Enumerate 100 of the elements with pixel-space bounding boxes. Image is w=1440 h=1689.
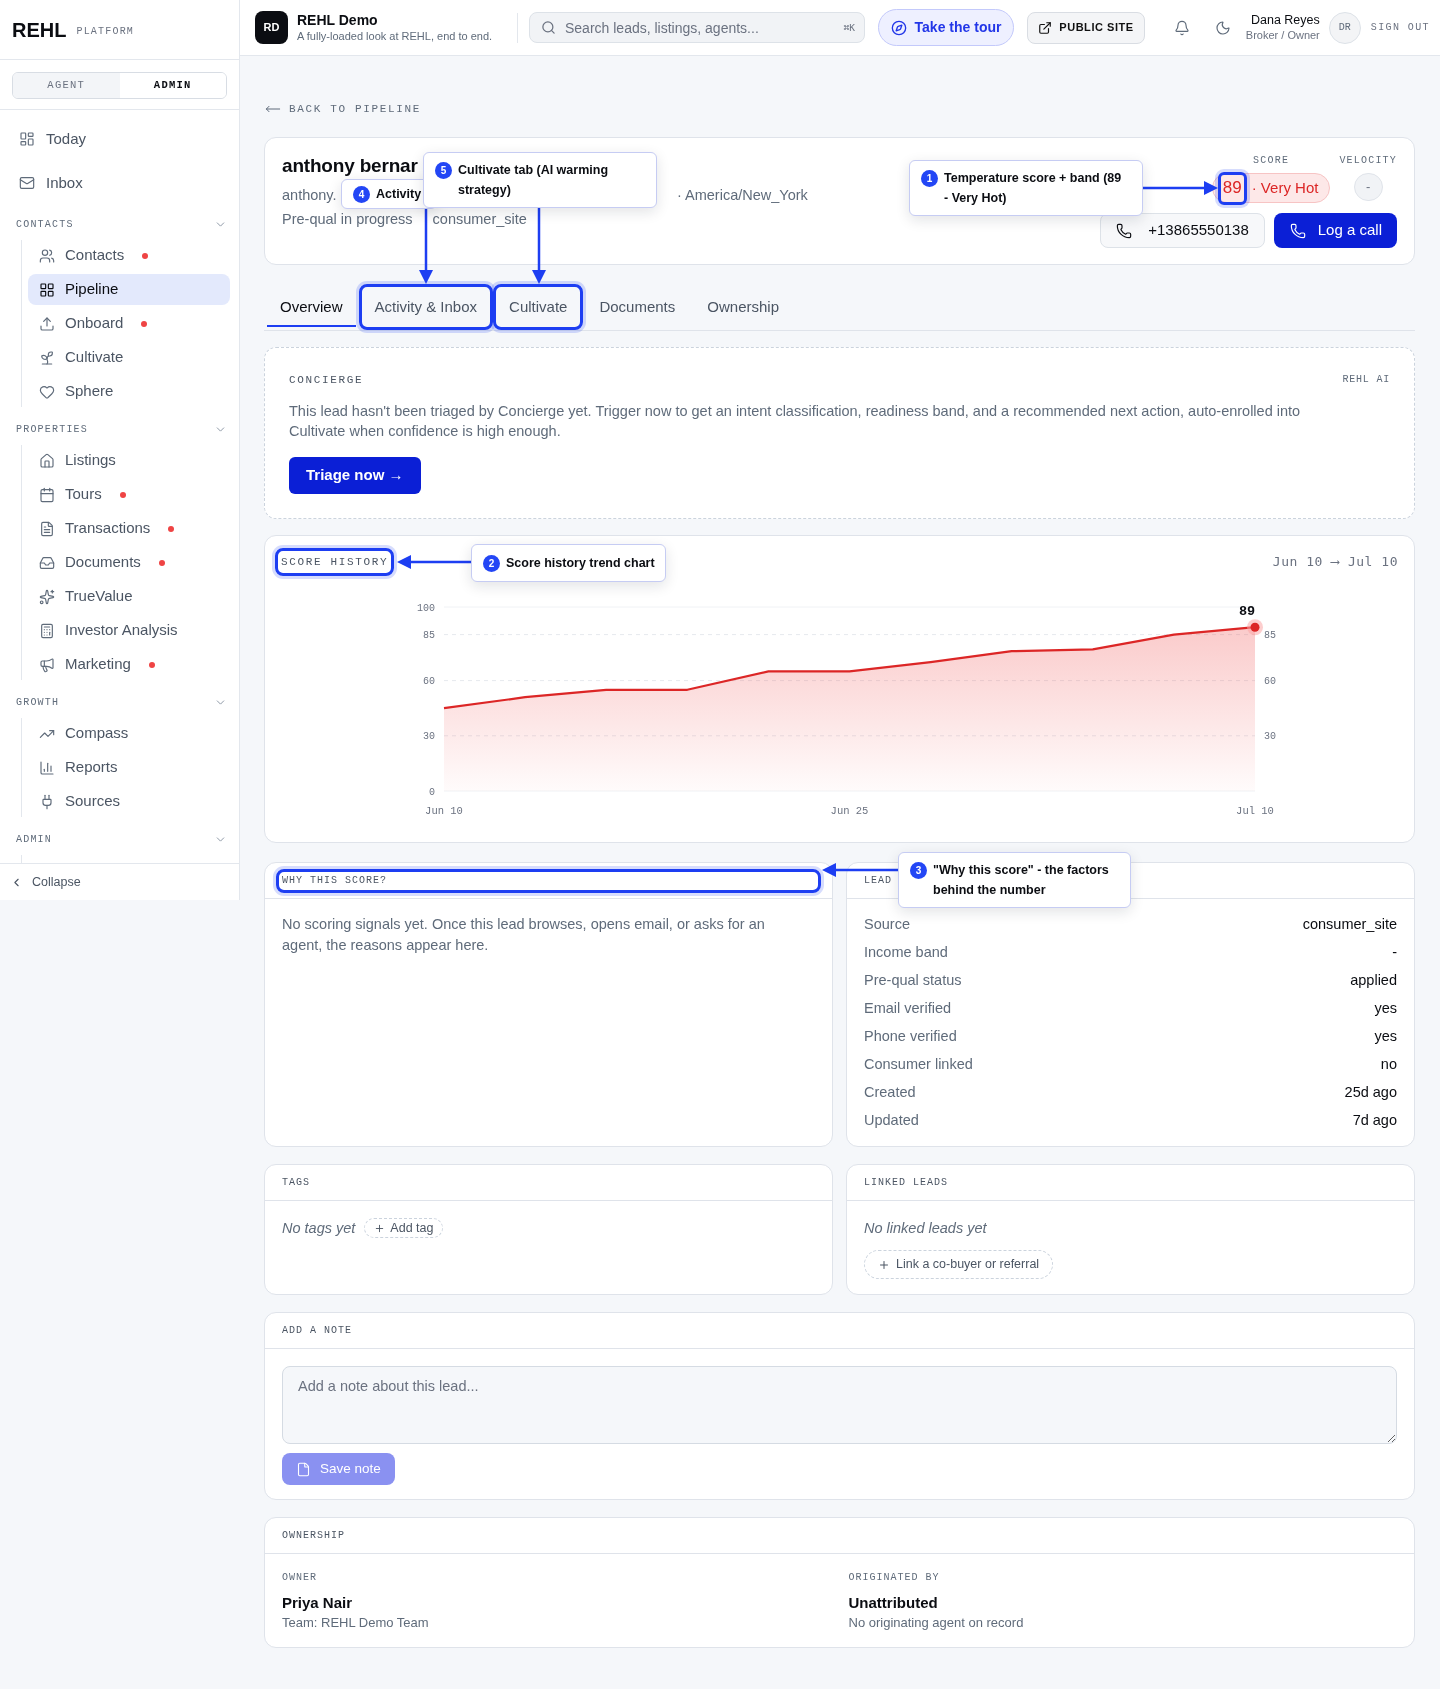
tab[interactable]: Overview <box>264 284 359 330</box>
phone-button[interactable]: +13865550138 <box>1100 213 1265 248</box>
brand-name: REHL <box>12 17 67 42</box>
user-name: Dana Reyes <box>1251 13 1320 28</box>
person-name: Priya Nair <box>282 1593 353 1613</box>
search-icon <box>541 20 556 35</box>
back-link[interactable]: BACK TO PIPELINE <box>264 101 422 117</box>
moon-icon[interactable] <box>1215 19 1231 36</box>
sidebar-item[interactable]: Documents <box>28 547 230 578</box>
sidebar-item[interactable]: Inbox <box>8 164 231 202</box>
detail-value: no <box>1380 1055 1397 1075</box>
step-number: 3 <box>910 862 927 879</box>
ai-label: REHL AI <box>1342 373 1390 387</box>
detail-value: yes <box>1374 999 1397 1019</box>
tab[interactable]: Cultivate <box>493 284 584 330</box>
detail-label: Created <box>864 1083 916 1103</box>
sidebar-item[interactable]: Transactions <box>28 513 230 544</box>
plus-icon <box>878 1258 890 1271</box>
sidebar-item[interactable]: TrueValue <box>28 581 230 612</box>
grid-icon <box>39 281 55 298</box>
axis-tick-label: 60 <box>1264 676 1276 688</box>
axis-tick-label: Jul 10 <box>1236 805 1274 817</box>
axis-tick-label: Jun 25 <box>830 805 869 817</box>
triage-button[interactable]: Triage now → <box>289 457 421 494</box>
detail-label: Phone verified <box>864 1027 957 1047</box>
bell-icon[interactable] <box>1174 19 1190 36</box>
lead-timezone: · America/New_York <box>677 186 808 205</box>
workspace-name: REHL Demo <box>297 12 378 29</box>
calendar-icon <box>39 486 55 503</box>
bar-chart-icon <box>39 759 55 776</box>
sprout-icon <box>39 349 55 366</box>
external-link-icon <box>1038 20 1053 35</box>
sidebar-item[interactable]: Cultivate <box>28 342 230 373</box>
detail-value: 7d ago <box>1352 1111 1397 1131</box>
section-heading: ADMIN <box>16 832 52 847</box>
file-icon <box>296 1461 311 1477</box>
tour-button[interactable]: Take the tour <box>878 9 1014 46</box>
detail-label: Email verified <box>864 999 952 1019</box>
sidebar-item[interactable]: Marketing <box>28 649 230 680</box>
detail-label: Source <box>864 915 910 935</box>
tab[interactable]: Activity & Inbox <box>358 284 494 330</box>
heart-icon <box>39 383 55 400</box>
public-site-button[interactable]: PUBLIC SITE <box>1027 11 1145 44</box>
sidebar-item[interactable]: Reports <box>28 752 230 783</box>
sidebar-item[interactable]: Onboard <box>28 308 230 339</box>
sidebar-item[interactable]: Today <box>8 120 231 158</box>
card-title: LINKED LEADS <box>863 1176 949 1190</box>
sidebar-item[interactable]: Tours <box>28 479 230 510</box>
lead-email: anthony. <box>282 187 337 203</box>
note-field[interactable]: Add a note about this lead... <box>282 1366 1397 1444</box>
concierge-title: CONCIERGE <box>289 372 364 387</box>
concierge-message: This lead hasn't been triaged by Concierge yet. Trigger now to get an intent classification, readiness band, and a recommended next action, auto-enrolled into Cultivate when confidence is high enough. <box>289 402 1302 441</box>
detail-value: 25d ago <box>1344 1083 1397 1103</box>
upload-icon <box>39 315 55 332</box>
callout-text: "Why this score" - the factors behind the number <box>933 862 1110 899</box>
shortcut-hint: ⌘K <box>843 21 855 34</box>
velocity-value: - <box>1353 173 1383 201</box>
person-name: Unattributed <box>848 1593 938 1613</box>
calculator-icon <box>39 622 55 639</box>
document-icon <box>39 520 55 537</box>
axis-tick-label: Jun 10 <box>425 805 463 817</box>
envelope-icon <box>19 175 35 191</box>
person-detail: Team: REHL Demo Team <box>282 1614 429 1632</box>
log-call-button[interactable]: Log a call <box>1273 213 1397 248</box>
axis-tick-label: 30 <box>1264 731 1276 743</box>
tab[interactable]: Documents <box>583 284 692 330</box>
callout-text: Cultivate tab (AI warming strategy) <box>458 162 610 199</box>
tab[interactable]: Ownership <box>691 284 795 330</box>
data-label: 89 <box>1238 604 1256 620</box>
step-number: 5 <box>435 162 452 179</box>
step-number: 1 <box>921 170 938 187</box>
section-heading: PROPERTIES <box>16 422 88 437</box>
temperature-label: · Very Hot <box>1251 177 1319 198</box>
data-point-marker <box>1247 619 1263 636</box>
field-label: OWNER <box>282 1572 317 1584</box>
mode-toggle-option[interactable]: AGENT <box>13 73 120 98</box>
dashboard-icon <box>19 131 35 147</box>
workspace-logo: RD <box>255 11 288 44</box>
sidebar-item[interactable]: Investor Analysis <box>28 615 230 646</box>
axis-tick-label: 100 <box>417 602 435 614</box>
collapse-button[interactable]: Collapse <box>10 872 81 892</box>
detail-label: Updated <box>864 1111 919 1131</box>
axis-tick-label: 85 <box>423 630 435 642</box>
score-label: SCORE <box>1253 155 1290 167</box>
sign-out-link[interactable]: SIGN OUT <box>1370 20 1430 35</box>
lead-source: consumer_site <box>432 210 527 229</box>
sidebar-item[interactable]: Sphere <box>28 376 230 407</box>
date-range: Jun 10 ⟶ Jul 10 <box>1272 553 1398 572</box>
sidebar-item[interactable]: Listings <box>28 445 230 476</box>
field-label: ORIGINATED BY <box>848 1572 940 1584</box>
sidebar-item[interactable]: Sources <box>28 786 230 817</box>
callout-text: Score history trend chart <box>506 555 655 572</box>
card-title: ADD A NOTE <box>281 1324 353 1338</box>
plus-icon <box>374 1222 386 1234</box>
sidebar-item[interactable]: Contacts <box>28 240 230 271</box>
lead-status: Pre-qual in progress <box>282 210 413 229</box>
sidebar-item[interactable]: Pipeline <box>28 274 230 305</box>
score-value: 89 <box>1217 171 1247 205</box>
user-avatar[interactable]: DR <box>1328 11 1361 44</box>
sidebar-item[interactable]: Compass <box>28 718 230 749</box>
